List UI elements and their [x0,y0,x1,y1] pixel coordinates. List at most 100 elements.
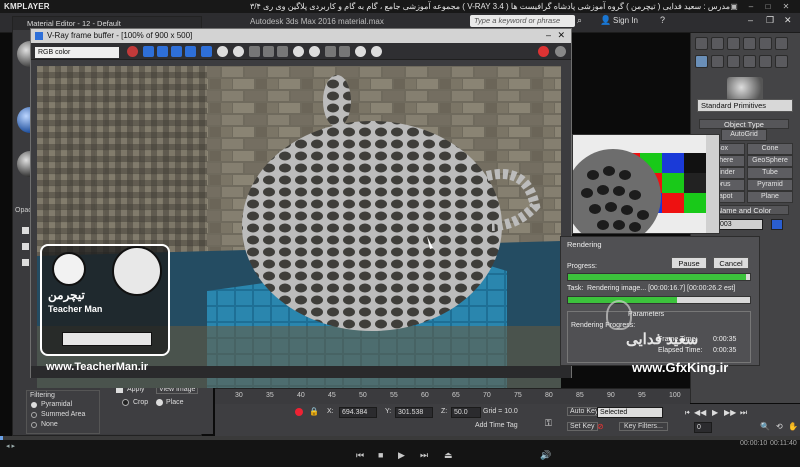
save-image-icon[interactable] [217,46,228,57]
cancel-button[interactable]: Cancel [713,257,749,269]
max-restore-icon[interactable]: ❐ [766,15,774,26]
key-mode-icon[interactable] [295,408,303,416]
summed-area-radio[interactable] [31,412,37,418]
pan-icon[interactable]: ✋ [788,422,798,431]
pyramidal-radio[interactable] [31,402,37,408]
pin-icon[interactable]: ▣ [728,1,740,12]
cameras-icon[interactable] [743,55,756,68]
color-swatch-icon[interactable] [127,46,138,57]
next-track-icon[interactable]: ⏭ [420,450,428,461]
search-input[interactable]: Type a keyword or phrase [470,15,575,27]
render-last-icon[interactable] [309,46,320,57]
current-frame-field[interactable]: 0 [694,422,712,433]
render-icon[interactable] [555,46,566,57]
none-radio[interactable] [31,422,37,428]
vray-logo-icon [35,32,43,40]
play-icon[interactable]: ▶ [398,450,405,461]
sign-in-button[interactable]: Sign In [613,16,638,25]
orbit-icon[interactable]: ⟲ [776,422,783,431]
help-icon[interactable]: ? [660,15,665,25]
user-icon[interactable]: 👤 [600,15,611,26]
pause-button[interactable]: Pause [671,257,707,269]
shapes-icon[interactable] [711,55,724,68]
object-color-swatch[interactable] [771,219,783,230]
place-radio[interactable] [156,399,163,406]
create-tab-icon[interactable] [695,37,708,50]
clear-image-icon[interactable] [249,46,260,57]
motion-tab-icon[interactable] [743,37,756,50]
go-end-icon[interactable]: ⏭ [740,408,747,418]
crop-radio[interactable] [122,399,129,406]
frame-time-value: 0:00:35 [713,336,737,343]
green-channel-icon[interactable] [157,46,168,57]
hierarchy-tab-icon[interactable] [727,37,740,50]
object-button-pyramid[interactable]: Pyramid [747,179,793,191]
z-coordinate-field[interactable]: 50.0 [451,407,481,418]
set-key-button[interactable]: Set Key [567,422,598,431]
load-image-icon[interactable] [233,46,244,57]
key-icon: ⚿ [545,418,552,428]
max-close-icon[interactable]: ✕ [784,15,792,26]
mono-icon[interactable] [201,46,212,57]
timeline-tick: 95 [638,392,646,399]
x-coordinate-field[interactable]: 694.384 [339,407,377,418]
player-menu-icon[interactable]: ◂ ▸ [6,442,15,450]
volume-icon[interactable]: 🔊 [540,450,551,461]
geometry-icon[interactable] [695,55,708,68]
lens-effects-icon[interactable] [355,46,366,57]
duplicate-icon[interactable] [263,46,274,57]
blue-channel-icon[interactable] [171,46,182,57]
next-frame-icon[interactable]: ▶▶ [724,408,736,417]
modify-tab-icon[interactable] [711,37,724,50]
checkbox[interactable] [22,259,29,266]
vfb-minimize-icon[interactable]: – [546,30,551,40]
category-dropdown[interactable]: Standard Primitives [697,99,793,112]
alpha-channel-icon[interactable] [185,46,196,57]
spacewarps-icon[interactable] [775,55,788,68]
key-filters-button[interactable]: Key Filters... [619,422,668,431]
eject-icon[interactable]: ⏏ [444,450,453,461]
prev-track-icon[interactable]: ⏮ [356,450,364,461]
timeline-tick: 40 [297,392,305,399]
stop-render-icon[interactable] [538,46,549,57]
add-time-tag[interactable]: Add Time Tag [475,422,518,429]
link-to-vfb-icon[interactable] [325,46,336,57]
lights-icon[interactable] [727,55,740,68]
prev-frame-icon[interactable]: ◀◀ [694,408,706,417]
minimize-icon[interactable]: – [745,1,757,12]
history-icon[interactable] [339,46,350,57]
helpers-icon[interactable] [759,55,772,68]
seek-bar[interactable] [0,436,800,440]
object-type-rollout[interactable]: Object Type [699,119,789,129]
selection-set-dropdown[interactable]: Selected [597,407,663,418]
close-icon[interactable]: ✕ [780,1,792,12]
zoom-icon[interactable]: 🔍 [760,422,770,431]
region-render-icon[interactable] [293,46,304,57]
crop-label: Crop [133,399,149,406]
checkbox[interactable] [22,243,29,250]
track-mouse-icon[interactable] [277,46,288,57]
max-minimize-icon[interactable]: – [748,15,753,25]
object-button-cone[interactable]: Cone [747,143,793,155]
autogrid-checkbox[interactable]: AutoGrid [721,129,767,141]
channel-select[interactable]: RGB color [35,47,119,58]
utilities-tab-icon[interactable] [775,37,788,50]
search-icon[interactable]: ⌕ [577,15,587,25]
checkbox[interactable] [22,227,29,234]
timeline[interactable]: 30 35 40 45 50 55 60 65 70 75 80 85 90 95 100 [215,388,690,404]
object-button-geosphere[interactable]: GeoSphere [747,155,793,167]
lock-icon[interactable]: 🔒 [309,407,319,416]
grid-label: Grid = 10.0 [483,408,518,415]
display-tab-icon[interactable] [759,37,772,50]
object-button-tube[interactable]: Tube [747,167,793,179]
stop-icon[interactable]: ■ [378,450,383,460]
play-animation-icon[interactable]: ▶ [712,408,718,417]
red-channel-icon[interactable] [143,46,154,57]
object-button-plane[interactable]: Plane [747,191,793,203]
object-name-field[interactable]: 003 [717,219,763,230]
set-key-icon[interactable]: ⊘ [597,422,604,431]
vfb-close-icon[interactable]: ✕ [557,30,565,41]
maximize-icon[interactable]: □ [762,1,774,12]
color-correction-icon[interactable] [371,46,382,57]
y-coordinate-field[interactable]: 301.538 [395,407,433,418]
